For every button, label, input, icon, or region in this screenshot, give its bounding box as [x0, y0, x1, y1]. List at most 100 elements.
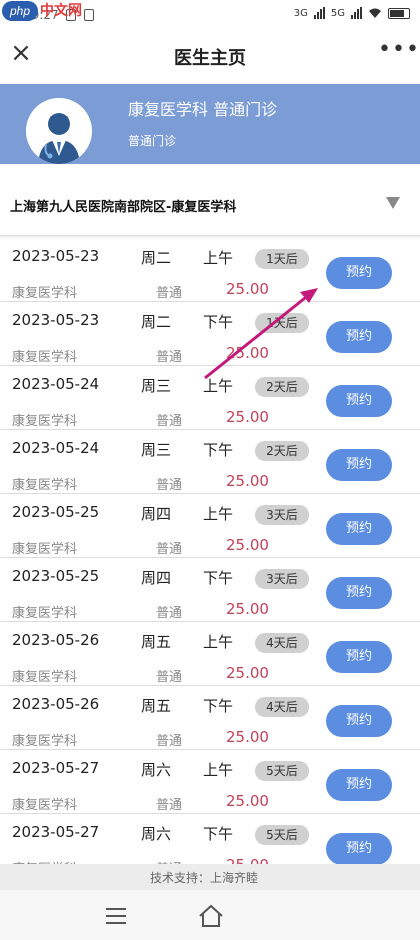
- days-until-badge: 4天后: [255, 697, 309, 717]
- book-button[interactable]: 预约: [326, 833, 392, 865]
- nav-bar: × 医生主页 •••: [0, 30, 420, 84]
- schedule-period: 下午: [203, 825, 234, 843]
- days-until-badge: 1天后: [255, 313, 309, 333]
- signal-icon: [351, 7, 362, 19]
- schedule-department: 康复医学科: [12, 350, 78, 365]
- book-button[interactable]: 预约: [326, 321, 392, 353]
- notification-icon: [84, 9, 94, 21]
- watermark-logo: php: [2, 1, 38, 21]
- wifi-icon: [369, 8, 381, 18]
- battery-icon: [388, 7, 410, 19]
- schedule-department: 康复医学科: [12, 606, 78, 621]
- clinic-type: 普通: [156, 670, 183, 685]
- schedule-weekday: 周三: [141, 377, 172, 395]
- network-label: 3G: [293, 7, 308, 19]
- schedule-weekday: 周五: [141, 697, 172, 715]
- doctor-title: 康复医学科 普通门诊: [128, 100, 278, 119]
- triangle-down-icon[interactable]: [386, 197, 400, 209]
- schedule-department: 康复医学科: [12, 286, 78, 301]
- book-button[interactable]: 预约: [326, 449, 392, 481]
- schedule-weekday: 周四: [141, 505, 172, 523]
- days-until-badge: 3天后: [255, 505, 309, 525]
- schedule-weekday: 周二: [141, 313, 172, 331]
- schedule-row: 2023-05-25 周四 下午 3天后 康复医学科 普通 25.00 预约: [0, 558, 420, 622]
- schedule-row: 2023-05-26 周五 下午 4天后 康复医学科 普通 25.00 预约: [0, 686, 420, 750]
- menu-icon[interactable]: [106, 908, 126, 924]
- more-icon[interactable]: •••: [378, 39, 419, 66]
- book-button[interactable]: 预约: [326, 257, 392, 289]
- department-selector[interactable]: 上海第九人民医院南部院区-康复医学科: [0, 164, 420, 236]
- fee-price: 25.00: [226, 536, 269, 554]
- status-right: 3G 5G: [294, 7, 410, 19]
- days-until-badge: 4天后: [255, 633, 309, 653]
- schedule-weekday: 周六: [141, 825, 172, 843]
- fee-price: 25.00: [226, 728, 269, 746]
- system-nav-bar: [0, 890, 420, 940]
- days-until-badge: 3天后: [255, 569, 309, 589]
- schedule-weekday: 周六: [141, 761, 172, 779]
- fee-price: 25.00: [226, 344, 269, 362]
- days-until-badge: 1天后: [255, 249, 309, 269]
- book-button[interactable]: 预约: [326, 385, 392, 417]
- schedule-period: 上午: [203, 377, 234, 395]
- clinic-type: 普通: [156, 734, 183, 749]
- schedule-date: 2023-05-24: [12, 439, 100, 457]
- days-until-badge: 5天后: [255, 761, 309, 781]
- schedule-period: 下午: [203, 313, 234, 331]
- book-button[interactable]: 预约: [326, 769, 392, 801]
- book-button[interactable]: 预约: [326, 513, 392, 545]
- schedule-department: 康复医学科: [12, 670, 78, 685]
- schedule-department: 康复医学科: [12, 798, 78, 813]
- tech-support-text: 技术支持：上海齐睦: [150, 871, 259, 885]
- schedule-department: 康复医学科: [12, 414, 78, 429]
- clinic-type: 普通: [156, 542, 183, 557]
- fee-price: 25.00: [226, 408, 269, 426]
- schedule-period: 上午: [203, 249, 234, 267]
- schedule-period: 下午: [203, 697, 234, 715]
- home-icon[interactable]: [198, 904, 224, 928]
- schedule-date: 2023-05-26: [12, 695, 100, 713]
- doctor-subtitle: 普通门诊: [128, 134, 177, 148]
- signal-icon: [313, 7, 325, 19]
- book-button[interactable]: 预约: [326, 705, 392, 737]
- schedule-row: 2023-05-24 周三 上午 2天后 康复医学科 普通 25.00 预约: [0, 366, 420, 430]
- schedule-date: 2023-05-27: [12, 759, 100, 777]
- days-until-badge: 2天后: [255, 441, 309, 461]
- network-label: 5G: [330, 7, 345, 19]
- fee-price: 25.00: [226, 472, 269, 490]
- schedule-weekday: 周三: [141, 441, 172, 459]
- clinic-type: 普通: [156, 414, 183, 429]
- schedule-department: 康复医学科: [12, 734, 78, 749]
- schedule-weekday: 周二: [141, 249, 172, 267]
- status-bar: 09:27 3G 5G php 中文网: [0, 0, 420, 30]
- clinic-type: 普通: [156, 478, 183, 493]
- tech-support-bar: 技术支持：上海齐睦: [0, 864, 420, 890]
- schedule-period: 上午: [203, 505, 234, 523]
- schedule-row: 2023-05-26 周五 上午 4天后 康复医学科 普通 25.00 预约: [0, 622, 420, 686]
- days-until-badge: 2天后: [255, 377, 309, 397]
- schedule-row: 2023-05-24 周三 下午 2天后 康复医学科 普通 25.00 预约: [0, 430, 420, 494]
- watermark: php 中文网: [2, 1, 84, 23]
- watermark-text: 中文网: [40, 3, 82, 19]
- schedule-period: 上午: [203, 633, 234, 651]
- fee-price: 25.00: [226, 280, 269, 298]
- schedule-period: 下午: [203, 569, 234, 587]
- clinic-type: 普通: [156, 350, 183, 365]
- schedule-date: 2023-05-25: [12, 503, 100, 521]
- schedule-date: 2023-05-24: [12, 375, 100, 393]
- book-button[interactable]: 预约: [326, 577, 392, 609]
- schedule-date: 2023-05-26: [12, 631, 100, 649]
- schedule-period: 上午: [203, 761, 234, 779]
- schedule-date: 2023-05-25: [12, 567, 100, 585]
- schedule-date: 2023-05-23: [12, 311, 100, 329]
- schedule-date: 2023-05-27: [12, 823, 100, 841]
- fee-price: 25.00: [226, 664, 269, 682]
- schedule-date: 2023-05-23: [12, 247, 100, 265]
- fee-price: 25.00: [226, 600, 269, 618]
- clinic-type: 普通: [156, 798, 183, 813]
- department-name: 上海第九人民医院南部院区-康复医学科: [10, 200, 237, 215]
- schedule-weekday: 周四: [141, 569, 172, 587]
- clinic-type: 普通: [156, 286, 183, 301]
- schedule-period: 下午: [203, 441, 234, 459]
- book-button[interactable]: 预约: [326, 641, 392, 673]
